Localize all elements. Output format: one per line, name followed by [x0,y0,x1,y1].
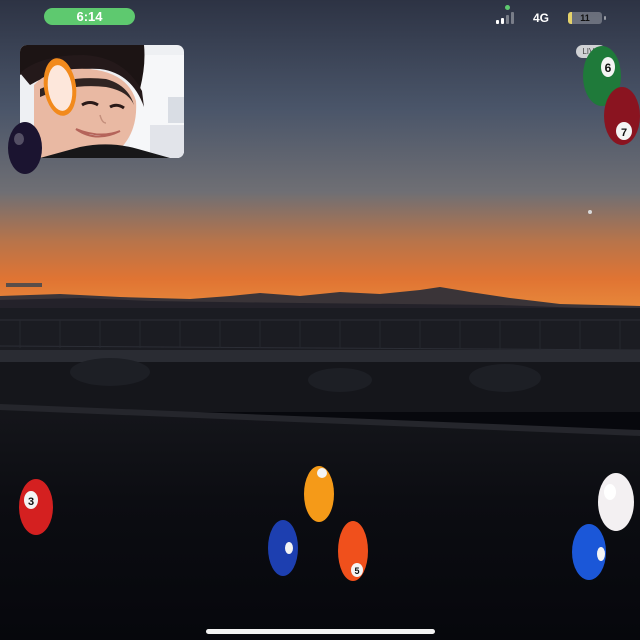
cue-ball[interactable] [597,472,635,532]
pool-ball-7[interactable]: 7 [603,86,640,146]
status-time[interactable]: 6:14 [44,8,135,25]
pool-ball-3[interactable]: 3 [18,478,55,536]
status-bar: 6:14 4G 11 [0,0,640,34]
ball-number-7: 7 [621,127,627,139]
ar-camera-screen: 6:14 4G 11 LIVE 6 7 3 5 [0,0,640,640]
pool-ball-1[interactable] [303,465,336,523]
home-indicator[interactable] [206,629,435,634]
network-type: 4G [533,11,550,25]
ball-number-3: 3 [28,496,34,508]
front-camera-preview[interactable] [20,45,184,158]
ball-number-5: 5 [354,566,359,576]
pool-ball-2[interactable] [267,519,299,577]
battery-icon: 11 [568,12,606,24]
cellular-signal-icon [496,12,526,24]
microphone-in-use-dot [505,5,510,10]
ball-number-6: 6 [605,61,612,75]
pool-ball-5[interactable]: 5 [337,520,370,582]
battery-level: 11 [580,13,590,23]
pool-ball-8[interactable] [7,121,43,175]
